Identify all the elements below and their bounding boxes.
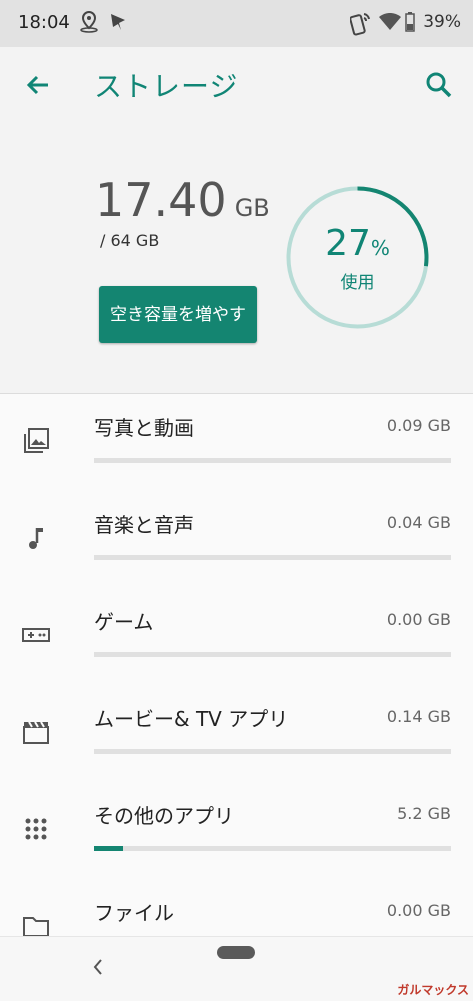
total-storage: / 64 GB <box>100 231 160 250</box>
storage-summary: 17.40 GB / 64 GB 空き容量を増やす 27% 使用 <box>0 125 473 393</box>
page-title: ストレージ <box>94 70 239 103</box>
nfc-phone-icon <box>349 10 372 40</box>
folder-icon <box>22 912 50 936</box>
category-size: 0.00 GB <box>386 610 451 629</box>
location-icon <box>78 10 100 38</box>
status-time: 18:04 <box>18 12 70 33</box>
usage-percent-value: 27 <box>325 223 371 264</box>
notification-flag-icon <box>108 10 128 38</box>
category-usage-bar <box>94 458 451 463</box>
wifi-icon <box>379 12 401 35</box>
category-usage-fill <box>94 846 123 851</box>
category-row-photos[interactable]: 写真と動画 0.09 GB <box>0 394 473 491</box>
usage-label: 使用 <box>340 273 375 293</box>
category-usage-bar <box>94 652 451 657</box>
category-label: ゲーム <box>94 610 154 634</box>
category-row-other-apps[interactable]: その他のアプリ 5.2 GB <box>0 782 473 879</box>
used-unit: GB <box>234 194 270 222</box>
system-nav-bar: ガルマックス <box>0 936 473 1001</box>
status-bar: 18:04 39% <box>0 0 473 47</box>
category-size: 0.00 GB <box>386 901 451 920</box>
usage-percent: 27% <box>285 223 430 264</box>
category-usage-bar <box>94 555 451 560</box>
category-usage-bar <box>94 846 451 851</box>
category-label: 写真と動画 <box>94 416 194 440</box>
category-label: ムービー& TV アプリ <box>94 707 289 731</box>
home-pill-button[interactable] <box>217 946 255 959</box>
category-row-music[interactable]: 音楽と音声 0.04 GB <box>0 491 473 588</box>
category-usage-bar <box>94 749 451 754</box>
category-size: 5.2 GB <box>397 804 451 823</box>
category-label: その他のアプリ <box>94 804 234 828</box>
category-size: 0.09 GB <box>386 416 451 435</box>
free-up-space-button[interactable]: 空き容量を増やす <box>99 286 257 343</box>
used-value: 17.40 <box>95 173 227 227</box>
storage-category-list: 写真と動画 0.09 GB 音楽と音声 0.04 GB ゲーム 0.00 GB … <box>0 394 473 936</box>
battery-percent: 39% <box>423 12 461 32</box>
app-bar: ストレージ <box>0 47 473 125</box>
battery-icon <box>405 12 415 36</box>
watermark-logo: ガルマックス <box>397 983 469 997</box>
apps-grid-icon <box>22 815 50 843</box>
gamepad-icon <box>22 621 50 649</box>
category-size: 0.14 GB <box>386 707 451 726</box>
back-arrow-icon[interactable] <box>22 69 54 101</box>
category-row-games[interactable]: ゲーム 0.00 GB <box>0 588 473 685</box>
category-row-files[interactable]: ファイル 0.00 GB <box>0 879 473 936</box>
usage-percent-sign: % <box>370 236 390 260</box>
category-label: 音楽と音声 <box>94 513 194 537</box>
category-label: ファイル <box>94 901 174 925</box>
nav-back-chevron-icon[interactable] <box>86 955 110 979</box>
category-size: 0.04 GB <box>386 513 451 532</box>
category-row-movies[interactable]: ムービー& TV アプリ 0.14 GB <box>0 685 473 782</box>
search-icon[interactable] <box>423 69 455 101</box>
used-storage: 17.40 GB <box>95 173 270 227</box>
photo-library-icon <box>22 427 50 455</box>
movie-clapper-icon <box>22 718 50 746</box>
music-note-icon <box>22 524 50 552</box>
